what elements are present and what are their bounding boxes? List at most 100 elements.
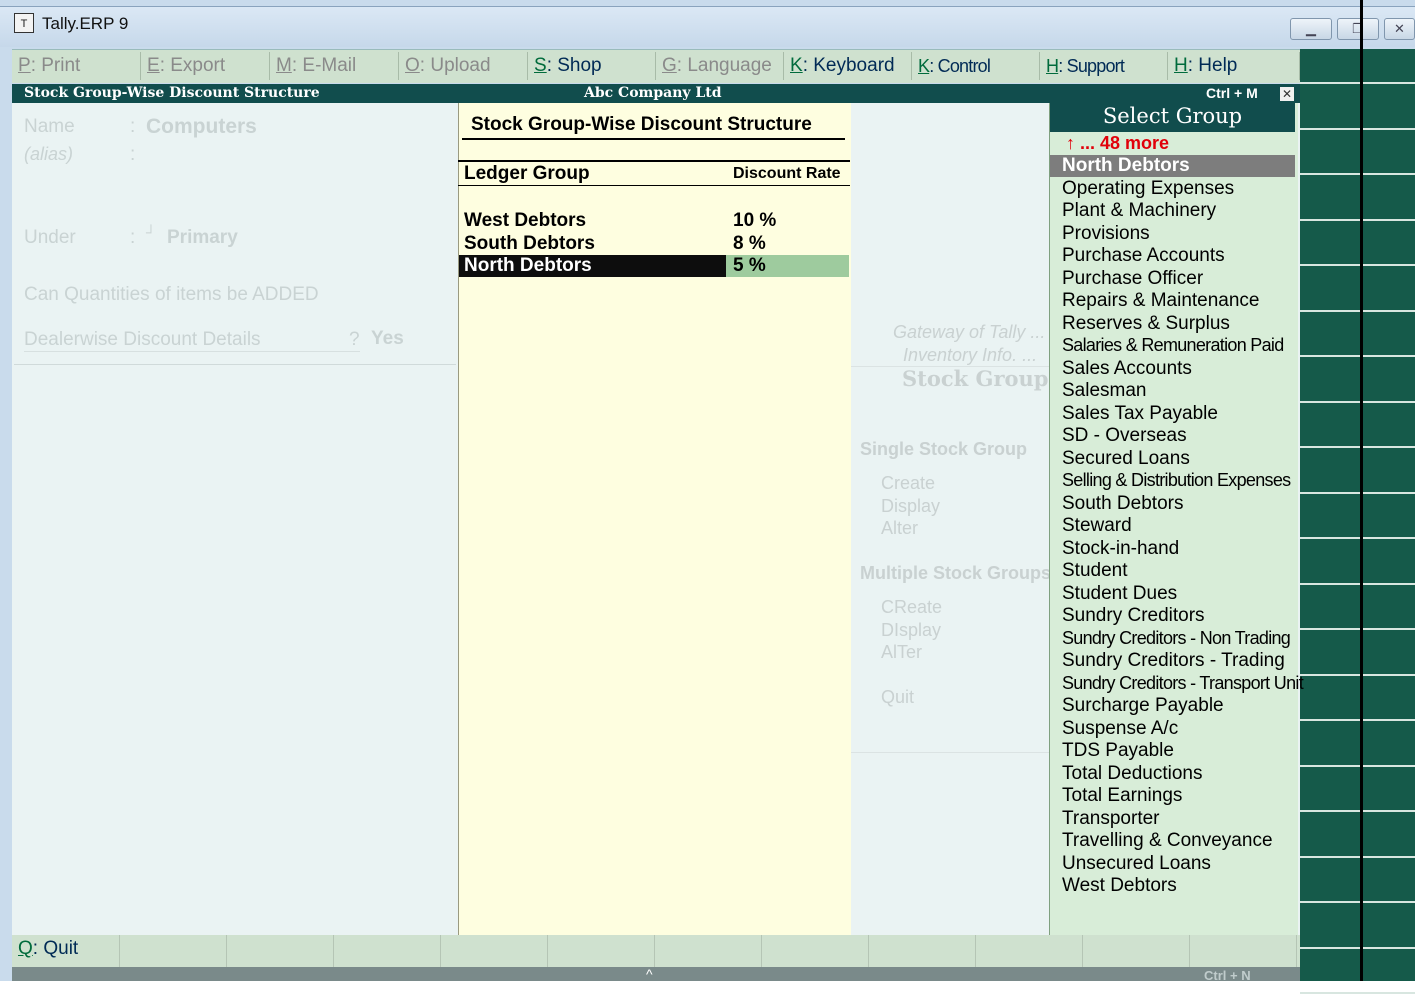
divider: [851, 752, 1049, 753]
quit-button[interactable]: Q: Quit: [18, 938, 78, 960]
menu-support-centre[interactable]: H: Support Centre: [1040, 52, 1168, 104]
table-row-rate[interactable]: 10 %: [733, 210, 776, 232]
list-item[interactable]: Sundry Creditors - Transport Unit: [1062, 673, 1304, 694]
under-colon: :: [130, 227, 136, 248]
table-row-rate[interactable]: 8 %: [733, 233, 766, 255]
list-item[interactable]: Salesman: [1062, 380, 1147, 402]
restore-icon[interactable]: ❐: [1337, 18, 1379, 40]
list-item[interactable]: Suspense A/c: [1062, 718, 1178, 740]
menu-control-centre[interactable]: K: Control Centre: [912, 52, 1040, 104]
inventory-breadcrumb: Inventory Info. ...: [903, 345, 1038, 365]
strip-separator: [1300, 765, 1415, 767]
menu-item-create[interactable]: Create: [881, 473, 935, 494]
list-item[interactable]: Transporter: [1062, 808, 1160, 830]
menu-item-alter[interactable]: Alter: [881, 518, 918, 539]
list-item[interactable]: Total Deductions: [1062, 763, 1202, 785]
list-item[interactable]: Secured Loans: [1062, 448, 1190, 470]
menu-help[interactable]: H: Help: [1168, 52, 1300, 80]
strip-separator: [1300, 901, 1415, 903]
list-item[interactable]: Sundry Creditors: [1062, 605, 1205, 627]
list-item[interactable]: Plant & Machinery: [1062, 200, 1216, 222]
menu-item-multi-create[interactable]: CReate: [881, 597, 942, 618]
list-item[interactable]: Repairs & Maintenance: [1062, 290, 1260, 312]
name-field[interactable]: Computers: [146, 115, 257, 139]
menu-shortcut-key: S: [534, 55, 547, 76]
list-item[interactable]: Salaries & Remuneration Paid: [1062, 335, 1284, 356]
list-item[interactable]: TDS Payable: [1062, 740, 1174, 762]
list-item[interactable]: Surcharge Payable: [1062, 695, 1224, 717]
bottom-button-slot: [334, 935, 441, 967]
table-row-group[interactable]: West Debtors: [464, 210, 586, 232]
bottom-button-slot: [1083, 935, 1190, 967]
menu-keyboard[interactable]: K: Keyboard: [784, 52, 912, 80]
menu-item-display[interactable]: Display: [881, 496, 940, 517]
name-label: Name: [24, 116, 75, 137]
expand-caret-icon[interactable]: ^: [646, 966, 653, 982]
menu-label: Upload: [430, 55, 491, 76]
menu-language[interactable]: G: Language: [656, 52, 784, 80]
menu-print[interactable]: P: Print: [12, 52, 141, 80]
list-item[interactable]: Sundry Creditors - Trading: [1062, 650, 1285, 672]
bottom-button-slot: [548, 935, 655, 967]
menu-shortcut-key: E: [147, 55, 160, 76]
list-item[interactable]: Selling & Distribution Expenses: [1062, 470, 1291, 491]
close-window-icon[interactable]: ✕: [1384, 18, 1415, 40]
window-edge-line: [1360, 0, 1363, 981]
menu-shortcut-key: P: [18, 55, 31, 76]
name-colon: :: [130, 116, 136, 137]
strip-separator: [1300, 674, 1415, 676]
strip-separator: [1300, 810, 1415, 812]
menu-shortcut-key: K: [918, 56, 930, 76]
list-item[interactable]: Total Earnings: [1062, 785, 1182, 807]
list-item[interactable]: Unsecured Loans: [1062, 853, 1211, 875]
menu-shop[interactable]: S: Shop: [528, 52, 656, 80]
bottom-button-slot: [762, 935, 869, 967]
more-items-indicator[interactable]: ↑ ... 48 more: [1066, 133, 1169, 154]
strip-separator: [1300, 355, 1415, 357]
menu-e-mail[interactable]: M: E-Mail: [270, 52, 399, 80]
menu-item-quit[interactable]: Quit: [881, 687, 914, 708]
menu-shortcut-key: M: [276, 55, 292, 76]
menu-label: Help: [1198, 55, 1238, 76]
list-item[interactable]: Sales Accounts: [1062, 358, 1192, 380]
list-item[interactable]: Provisions: [1062, 223, 1150, 245]
menu-label: Language: [687, 55, 772, 76]
list-item[interactable]: SD - Overseas: [1062, 425, 1187, 447]
bottom-button-slot: [869, 935, 976, 967]
list-item[interactable]: South Debtors: [1062, 493, 1183, 515]
dealer-discount-value[interactable]: Yes: [371, 328, 404, 350]
menu-item-multi-display[interactable]: DIsplay: [881, 620, 941, 641]
menu-label: E-Mail: [302, 55, 357, 76]
menu-export[interactable]: E: Export: [141, 52, 270, 80]
menu-upload[interactable]: O: Upload: [399, 52, 528, 80]
list-item[interactable]: Operating Expenses: [1062, 178, 1234, 200]
menu-item-multi-alter[interactable]: AlTer: [881, 642, 922, 663]
alias-colon: :: [130, 144, 136, 165]
column-header-discount-rate: Discount Rate: [733, 165, 841, 182]
table-row-group[interactable]: South Debtors: [464, 233, 595, 255]
table-row-group-selected[interactable]: North Debtors: [464, 255, 592, 277]
list-item[interactable]: Purchase Officer: [1062, 268, 1203, 290]
list-item-selected[interactable]: North Debtors: [1062, 155, 1190, 177]
divider: [458, 185, 850, 186]
list-item[interactable]: West Debtors: [1062, 875, 1177, 897]
list-item[interactable]: Student: [1062, 560, 1128, 582]
bottom-button-slot: [976, 935, 1083, 967]
table-row-rate-selected[interactable]: 5 %: [733, 255, 766, 277]
list-item[interactable]: Travelling & Conveyance: [1062, 830, 1273, 852]
strip-separator: [1300, 719, 1415, 721]
list-item[interactable]: Purchase Accounts: [1062, 245, 1225, 267]
tally-app-icon[interactable]: T: [14, 13, 34, 33]
bottom-button-slot: [441, 935, 548, 967]
under-field[interactable]: Primary: [167, 227, 238, 249]
list-item[interactable]: Stock-in-hand: [1062, 538, 1179, 560]
close-screen-icon[interactable]: ✕: [1280, 87, 1294, 101]
list-item[interactable]: Sales Tax Payable: [1062, 403, 1218, 425]
list-item[interactable]: Reserves & Surplus: [1062, 313, 1230, 335]
list-item[interactable]: Student Dues: [1062, 583, 1177, 605]
list-item[interactable]: Sundry Creditors - Non Trading: [1062, 628, 1291, 649]
minimize-icon[interactable]: ▁: [1290, 18, 1332, 40]
menu-label: Export: [170, 55, 226, 76]
list-title: Select Group: [1102, 104, 1243, 128]
list-item[interactable]: Steward: [1062, 515, 1132, 537]
